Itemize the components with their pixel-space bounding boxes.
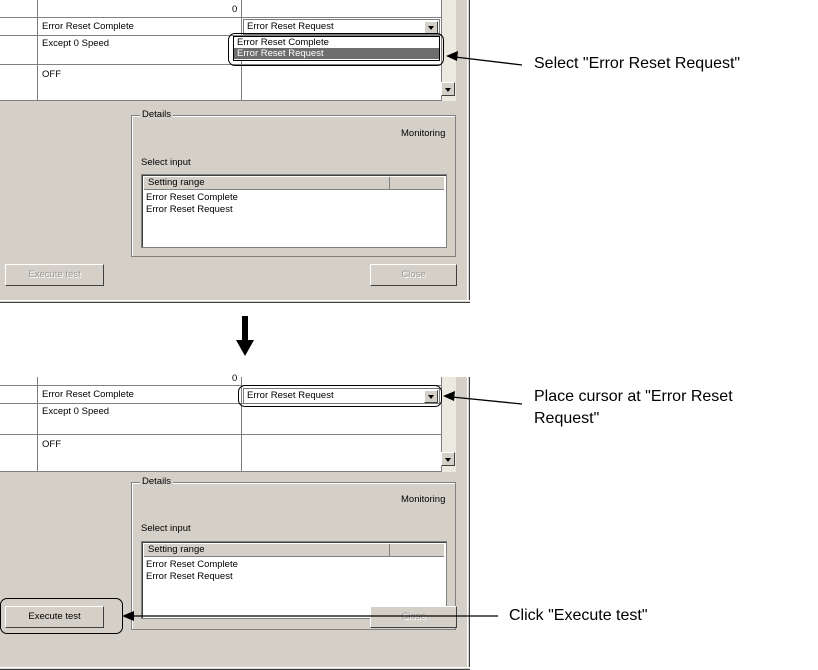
annotation-arrows <box>122 51 523 621</box>
left-arrow-icon <box>446 51 523 66</box>
annotation-place-cursor-line1: Place cursor at "Error Reset <box>534 388 733 405</box>
left-arrow-icon <box>443 391 523 405</box>
annotation-place-cursor-line2: Request" <box>534 410 600 427</box>
annotation-select-request: Select "Error Reset Request" <box>534 55 741 72</box>
left-arrow-icon <box>122 611 498 621</box>
annotation-click-execute: Click "Execute test" <box>509 607 648 624</box>
down-arrow-icon <box>236 316 254 356</box>
